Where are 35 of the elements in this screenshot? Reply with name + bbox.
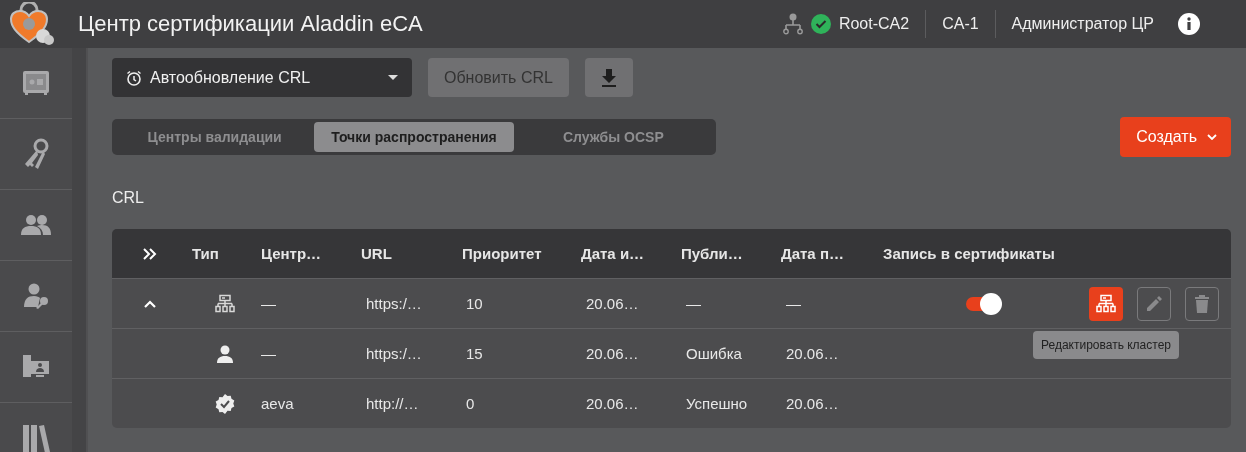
column-header[interactable]: URL xyxy=(357,245,458,262)
create-button[interactable]: Создать xyxy=(1120,117,1231,157)
section-title: CRL xyxy=(112,189,145,207)
table-cell-text: 0 xyxy=(465,395,476,412)
column-header[interactable]: Тип xyxy=(188,245,257,262)
auto-update-dropdown[interactable]: Автообновление CRL xyxy=(112,58,412,97)
node-name[interactable]: CA-1 xyxy=(942,15,979,33)
table-cell-text: — xyxy=(785,295,802,312)
table-cell-text: aeva xyxy=(260,395,295,412)
table-cell-text: — xyxy=(260,295,277,312)
table-cell-text: https:/… xyxy=(365,295,423,312)
app-title: Центр сертификации Aladdin eCA xyxy=(78,11,424,37)
column-header[interactable]: Центр… xyxy=(257,245,357,262)
table-cell-text: 15 xyxy=(465,345,484,362)
table-cell-text: 20.06… xyxy=(785,395,840,412)
ca-name[interactable]: Root-CA2 xyxy=(838,15,910,33)
table-cell-text: 20.06… xyxy=(585,395,640,412)
column-header[interactable]: Публи… xyxy=(677,245,777,262)
table-cell-text: 20.06… xyxy=(785,345,840,362)
table-cell-text: — xyxy=(685,295,702,312)
table-cell-text: http://… xyxy=(365,395,420,412)
table-cell-text: 10 xyxy=(465,295,484,312)
column-header[interactable]: Дата и… xyxy=(577,245,677,262)
tooltip: Редактировать кластер xyxy=(1033,330,1179,359)
table-cell-text: 20.06… xyxy=(585,345,640,362)
table-cell-text: https:/… xyxy=(365,345,423,362)
table-cell-text: — xyxy=(260,345,277,362)
column-header[interactable]: Запись в сертификаты xyxy=(879,245,1231,262)
table-cell-text: Ошибка xyxy=(685,345,743,362)
column-header[interactable]: Приоритет xyxy=(458,245,577,262)
table-cell-text: Успешно xyxy=(685,395,749,412)
table-cell-text: 20.06… xyxy=(585,295,640,312)
column-header[interactable]: Дата п… xyxy=(777,245,879,262)
tab[interactable]: Точки распространения xyxy=(314,122,514,152)
user-role[interactable]: Администратор ЦР xyxy=(1011,15,1154,33)
